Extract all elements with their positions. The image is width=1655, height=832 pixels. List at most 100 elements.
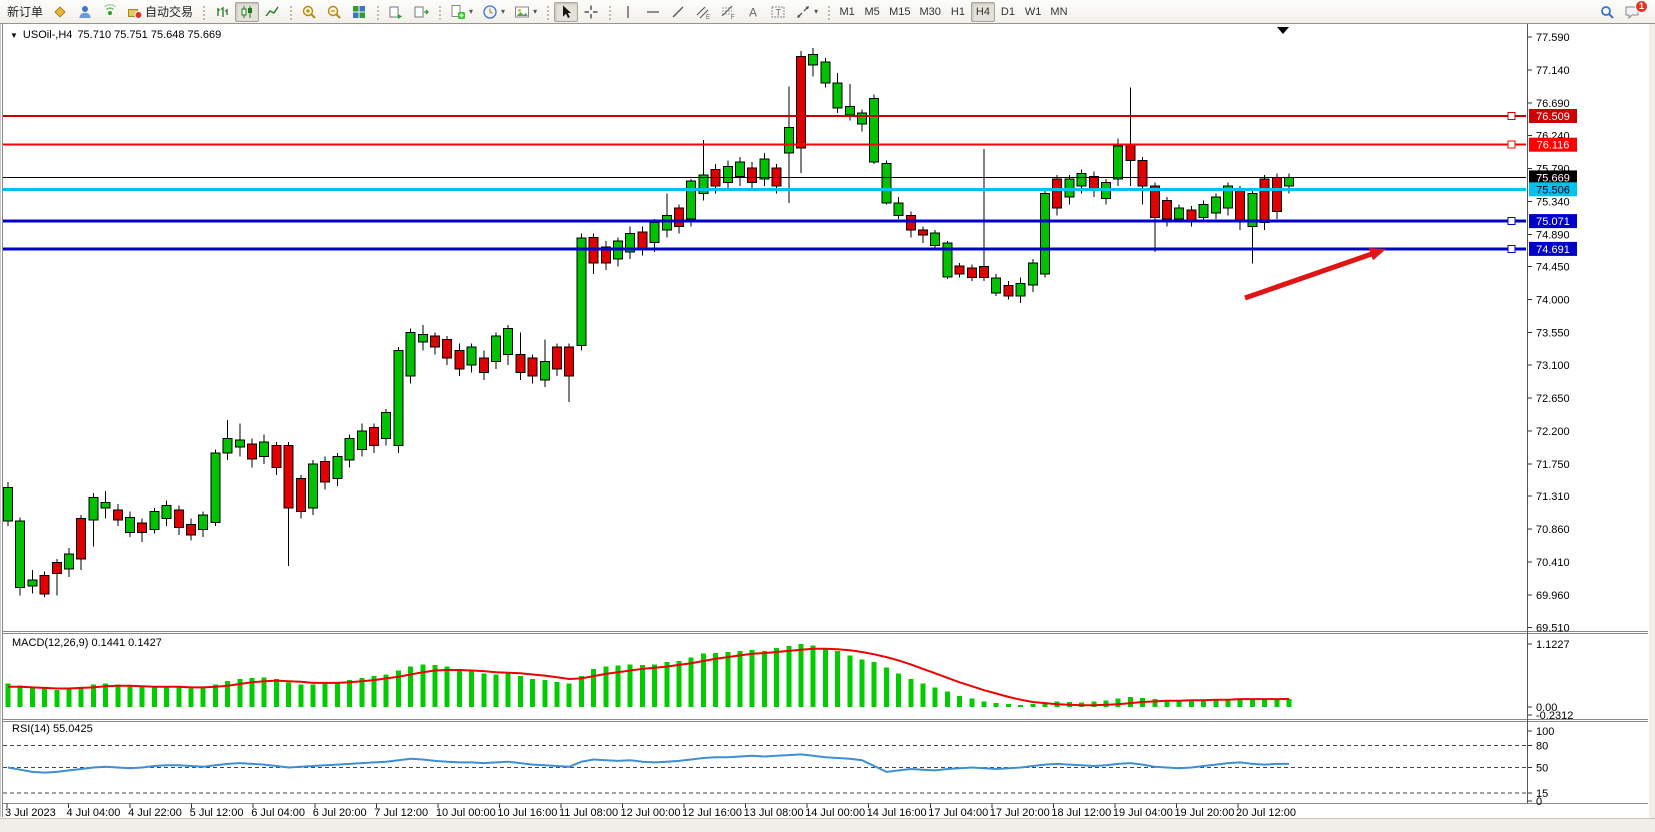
timeframe-m15-button[interactable]: M15 <box>885 2 914 22</box>
timeframe-d1-button[interactable]: D1 <box>996 2 1020 22</box>
macd-bar <box>652 664 657 707</box>
auto-trading-button[interactable]: 自动交易 <box>123 2 197 22</box>
line-chart-mode-button[interactable] <box>260 2 284 22</box>
timeframe-h1-button[interactable]: H1 <box>946 2 970 22</box>
auto-scroll-button[interactable] <box>384 2 408 22</box>
macd-bar <box>494 675 499 708</box>
macd-bar <box>67 689 72 707</box>
fibonacci-tool-button[interactable]: F <box>716 2 740 22</box>
timeframe-m1-button[interactable]: M1 <box>835 2 859 22</box>
timeframe-w1-button[interactable]: W1 <box>1021 2 1046 22</box>
candle <box>894 197 903 219</box>
candle <box>467 343 476 372</box>
price-tick-label: 74.000 <box>1536 294 1570 306</box>
toolbar-gripper[interactable] <box>288 4 293 20</box>
zoom-out-button[interactable] <box>322 2 346 22</box>
line-handle[interactable] <box>1508 141 1515 148</box>
timeframe-h4-button[interactable]: H4 <box>971 2 995 22</box>
line-handle[interactable] <box>1508 113 1515 120</box>
macd-bar <box>518 676 523 707</box>
annotation-arrow[interactable] <box>1245 248 1386 298</box>
price-flag-label: 74.691 <box>1536 244 1570 256</box>
chart-canvas[interactable]: 77.59077.14076.69076.24075.79075.34074.8… <box>0 0 1655 832</box>
main-toolbar: 新订单 自动交易 <box>0 0 1655 24</box>
macd-bar <box>555 682 560 707</box>
timeframe-mn-button[interactable]: MN <box>1046 2 1071 22</box>
ohlc-values: 75.710 75.751 75.648 75.669 <box>77 29 221 41</box>
crosshair-tool-button[interactable] <box>579 2 603 22</box>
toolbar-gripper[interactable] <box>201 4 206 20</box>
arrow-shaft[interactable] <box>1245 252 1377 298</box>
macd-bar <box>994 703 999 707</box>
channel-tool-button[interactable]: E <box>691 2 715 22</box>
chat-notifications-button[interactable]: 1 <box>1620 2 1644 22</box>
toolbar-gripper[interactable] <box>375 4 380 20</box>
candle <box>919 226 928 243</box>
signal-icon <box>102 4 118 20</box>
zoom-in-button[interactable] <box>297 2 321 22</box>
candle <box>211 449 220 526</box>
line-handle[interactable] <box>1508 218 1515 225</box>
candle <box>614 237 623 266</box>
trendline-tool-button[interactable] <box>666 2 690 22</box>
candle <box>589 234 598 274</box>
candle-body <box>833 83 842 108</box>
toolbar-gripper[interactable] <box>437 4 442 20</box>
one-click-trading-toggle-icon[interactable]: ▼ <box>10 31 18 40</box>
line-handle[interactable] <box>1508 245 1515 252</box>
community-button[interactable] <box>73 2 97 22</box>
vertical-line-tool-button[interactable] <box>616 2 640 22</box>
templates-button[interactable]: ▾ <box>510 2 541 22</box>
macd-bar <box>1104 700 1109 707</box>
arrows-tool-button[interactable]: ▾ <box>791 2 822 22</box>
macd-bar <box>323 683 328 707</box>
candle <box>626 226 635 259</box>
candle-body <box>809 55 818 65</box>
price-flag-label: 75.506 <box>1536 184 1570 196</box>
macd-bar <box>1287 699 1292 707</box>
candlestick-mode-button[interactable] <box>235 2 259 22</box>
macd-bar <box>713 653 718 707</box>
bar-chart-icon <box>214 4 230 20</box>
timeframe-m5-button[interactable]: M5 <box>860 2 884 22</box>
chart-shift-marker-icon[interactable] <box>1277 27 1289 34</box>
price-tick-label: 69.960 <box>1536 590 1570 602</box>
candle <box>235 424 244 457</box>
candle <box>1089 172 1098 198</box>
candle-body <box>260 442 269 457</box>
price-tick-label: 74.450 <box>1536 262 1570 274</box>
tile-windows-button[interactable] <box>347 2 371 22</box>
candle-body <box>1211 197 1220 213</box>
chart-shift-button[interactable] <box>409 2 433 22</box>
timeframe-m30-button[interactable]: M30 <box>916 2 945 22</box>
macd-bar <box>762 651 767 707</box>
signal-button[interactable] <box>98 2 122 22</box>
candle-body <box>906 215 915 230</box>
candle <box>943 241 952 279</box>
gold-seal-icon-button[interactable] <box>48 2 72 22</box>
add-indicator-button[interactable]: ▾ <box>446 2 477 22</box>
candle-body <box>992 278 1001 293</box>
new-order-button[interactable]: 新订单 <box>3 2 47 22</box>
rsi-indicator-label: RSI(14) 55.0425 <box>12 723 93 735</box>
toolbar-gripper[interactable] <box>607 4 612 20</box>
search-button[interactable] <box>1595 2 1619 22</box>
timeframe-label: M5 <box>864 6 879 18</box>
add-indicator-icon <box>450 4 466 20</box>
toolbar-gripper[interactable] <box>545 4 550 20</box>
bar-chart-mode-button[interactable] <box>210 2 234 22</box>
horizontal-line-tool-button[interactable] <box>641 2 665 22</box>
arrow-head[interactable] <box>1369 248 1386 260</box>
text-tool-button[interactable]: A <box>741 2 765 22</box>
candle <box>821 58 830 87</box>
chevron-down-icon: ▾ <box>469 7 473 16</box>
symbol-timeframe-label: USOil-,H4 <box>23 29 73 41</box>
text-label-tool-button[interactable]: T <box>766 2 790 22</box>
toolbar-gripper[interactable] <box>826 4 831 20</box>
candle-body <box>235 440 244 447</box>
macd-bar <box>1250 699 1255 707</box>
candle-body <box>187 525 196 535</box>
candle <box>443 336 452 365</box>
cursor-tool-button[interactable] <box>554 2 578 22</box>
periods-button[interactable]: ▾ <box>478 2 509 22</box>
